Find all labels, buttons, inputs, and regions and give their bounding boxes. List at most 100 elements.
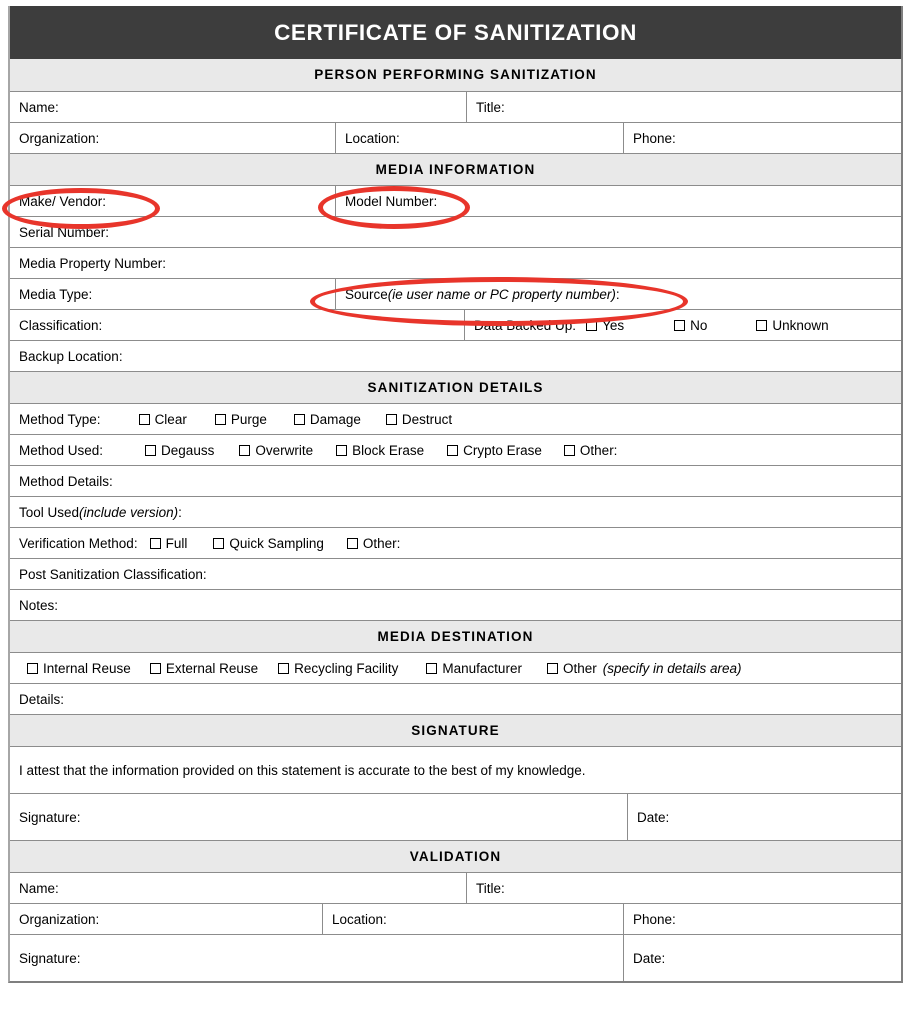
checkbox-method-type-destruct[interactable]: Destruct: [385, 410, 452, 429]
field-validation-phone[interactable]: Phone:: [623, 904, 901, 934]
checkbox-label: Clear: [154, 412, 187, 427]
section-header-validation: VALIDATION: [10, 840, 901, 872]
attestation-row: I attest that the information provided o…: [10, 746, 901, 793]
field-validation-name[interactable]: Name:: [10, 873, 466, 903]
field-person-name[interactable]: Name:: [10, 92, 466, 122]
checkbox-icon[interactable]: [385, 414, 397, 425]
field-label: Media Type:: [19, 287, 93, 302]
field-source[interactable]: Source (ie user name or PC property numb…: [335, 279, 901, 309]
notes-row: Notes:: [10, 589, 901, 620]
method-used-row: Method Used: Degauss Overwrite Block Era…: [10, 434, 901, 465]
checkbox-label: Purge: [230, 412, 267, 427]
field-verification-method: Verification Method: Full Quick Sampling…: [10, 528, 901, 558]
checkbox-icon[interactable]: [447, 445, 459, 456]
field-tool-used[interactable]: Tool Used (include version) :: [10, 497, 901, 527]
tool-used-hint: (include version): [79, 505, 179, 520]
checkbox-icon[interactable]: [293, 414, 305, 425]
checkbox-verification-other[interactable]: Other:: [346, 534, 400, 553]
checkbox-destination-internal-reuse[interactable]: Internal Reuse: [27, 659, 131, 678]
field-label: Date:: [637, 810, 670, 825]
field-label: Notes:: [19, 598, 59, 613]
checkbox-verification-quick-sampling[interactable]: Quick Sampling: [213, 534, 324, 553]
field-method-details[interactable]: Method Details:: [10, 466, 901, 496]
field-label: Phone:: [633, 912, 676, 927]
checkbox-icon[interactable]: [674, 320, 686, 331]
checkbox-method-used-degauss[interactable]: Degauss: [145, 441, 214, 460]
checkbox-icon[interactable]: [145, 445, 157, 456]
field-validation-signature[interactable]: Signature:: [10, 935, 623, 981]
checkbox-backed-up-yes[interactable]: Yes: [586, 316, 624, 335]
section-header-media-destination: MEDIA DESTINATION: [10, 620, 901, 652]
checkbox-method-used-crypto-erase[interactable]: Crypto Erase: [447, 441, 542, 460]
source-hint: (ie user name or PC property number): [387, 287, 616, 302]
field-serial-number[interactable]: Serial Number:: [10, 217, 901, 247]
field-validation-title[interactable]: Title:: [466, 873, 901, 903]
checkbox-icon[interactable]: [336, 445, 348, 456]
field-label: Make/ Vendor:: [19, 194, 107, 209]
field-backup-location[interactable]: Backup Location:: [10, 341, 901, 371]
verification-method-row: Verification Method: Full Quick Sampling…: [10, 527, 901, 558]
certificate-page: CERTIFICATE OF SANITIZATION PERSON PERFO…: [0, 0, 911, 1026]
checkbox-method-type-damage[interactable]: Damage: [293, 410, 361, 429]
checkbox-backed-up-unknown[interactable]: Unknown: [756, 316, 829, 335]
checkbox-destination-other[interactable]: Other: [546, 659, 597, 678]
field-model-number[interactable]: Model Number:: [335, 186, 901, 216]
field-method-used: Method Used: Degauss Overwrite Block Era…: [10, 435, 901, 465]
media-destination-details-row: Details:: [10, 683, 901, 714]
checkbox-icon[interactable]: [546, 663, 558, 674]
field-person-phone[interactable]: Phone:: [623, 123, 901, 153]
field-label: Classification:: [19, 318, 103, 333]
checkbox-icon[interactable]: [346, 538, 358, 549]
checkbox-icon[interactable]: [239, 445, 251, 456]
field-make-vendor[interactable]: Make/ Vendor:: [10, 186, 335, 216]
checkbox-icon[interactable]: [563, 445, 575, 456]
field-label: Title:: [476, 100, 505, 115]
field-validation-location[interactable]: Location:: [322, 904, 623, 934]
checkbox-icon[interactable]: [213, 538, 225, 549]
checkbox-method-type-clear[interactable]: Clear: [138, 410, 187, 429]
field-signature-date[interactable]: Date:: [627, 794, 901, 840]
checkbox-label: Damage: [309, 412, 361, 427]
checkbox-destination-recycling-facility[interactable]: Recycling Facility: [278, 659, 398, 678]
field-label: Verification Method:: [19, 536, 138, 551]
field-media-destination: Internal Reuse External Reuse Recycling …: [10, 653, 901, 683]
checkbox-method-used-other[interactable]: Other:: [563, 441, 617, 460]
checkbox-destination-manufacturer[interactable]: Manufacturer: [426, 659, 522, 678]
field-media-type[interactable]: Media Type:: [10, 279, 335, 309]
checkbox-icon[interactable]: [149, 538, 161, 549]
signature-date-row: Signature: Date:: [10, 793, 901, 840]
checkbox-icon[interactable]: [214, 414, 226, 425]
field-person-location[interactable]: Location:: [335, 123, 623, 153]
checkbox-verification-full[interactable]: Full: [149, 534, 187, 553]
field-label: Post Sanitization Classification:: [19, 567, 207, 582]
checkbox-icon[interactable]: [756, 320, 768, 331]
checkbox-destination-external-reuse[interactable]: External Reuse: [149, 659, 259, 678]
field-signature[interactable]: Signature:: [10, 794, 627, 840]
field-label: Model Number:: [345, 194, 438, 209]
checkbox-icon[interactable]: [149, 663, 161, 674]
field-post-sanitization-classification[interactable]: Post Sanitization Classification:: [10, 559, 901, 589]
field-person-organization[interactable]: Organization:: [10, 123, 335, 153]
checkbox-label: External Reuse: [165, 661, 259, 676]
checkbox-backed-up-no[interactable]: No: [674, 316, 707, 335]
checkbox-method-type-purge[interactable]: Purge: [214, 410, 267, 429]
checkbox-method-used-block-erase[interactable]: Block Erase: [336, 441, 424, 460]
destination-other-hint: (specify in details area): [602, 661, 742, 676]
source-colon: :: [615, 287, 620, 302]
field-classification[interactable]: Classification:: [10, 310, 464, 340]
field-media-property-number[interactable]: Media Property Number:: [10, 248, 901, 278]
field-destination-details[interactable]: Details:: [10, 684, 901, 714]
checkbox-method-used-overwrite[interactable]: Overwrite: [239, 441, 313, 460]
checkbox-icon[interactable]: [278, 663, 290, 674]
page-title: CERTIFICATE OF SANITIZATION: [10, 6, 901, 59]
certificate-form: CERTIFICATE OF SANITIZATION PERSON PERFO…: [8, 6, 903, 983]
field-validation-date[interactable]: Date:: [623, 935, 901, 981]
checkbox-icon[interactable]: [27, 663, 38, 674]
field-person-title[interactable]: Title:: [466, 92, 901, 122]
checkbox-icon[interactable]: [586, 320, 598, 331]
checkbox-icon[interactable]: [138, 414, 150, 425]
validation-name-row: Name: Title:: [10, 872, 901, 903]
field-notes[interactable]: Notes:: [10, 590, 901, 620]
field-validation-organization[interactable]: Organization:: [10, 904, 322, 934]
checkbox-icon[interactable]: [426, 663, 438, 674]
